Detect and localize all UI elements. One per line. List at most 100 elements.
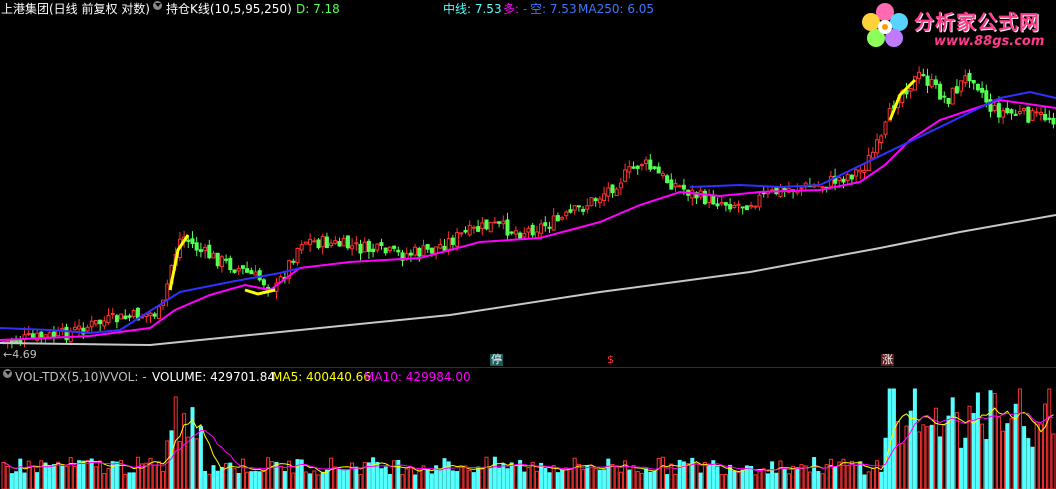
- volume-bar: [56, 461, 61, 489]
- candle-body: [883, 121, 888, 135]
- candle-body: [383, 247, 388, 254]
- ting-marker[interactable]: 停: [490, 354, 503, 366]
- candle-body: [597, 198, 602, 204]
- candle-body: [379, 242, 384, 246]
- s-marker[interactable]: $: [606, 354, 615, 366]
- volume-bar: [963, 437, 968, 489]
- d-value: D: 7.18: [296, 2, 340, 16]
- candle-body: [551, 215, 556, 231]
- candle-body: [476, 226, 481, 232]
- price-chart-header: 上港集团(日线 前复权 对数) 持仓K线(10,5,95,250) D: 7.1…: [0, 1, 860, 17]
- volume-bar: [505, 468, 510, 489]
- volume-bar: [492, 456, 497, 489]
- candle-body: [207, 244, 212, 259]
- volume-bar: [736, 471, 741, 489]
- candle-body: [345, 235, 350, 249]
- candle-body: [123, 315, 128, 320]
- candle-body: [194, 242, 199, 251]
- candle-body: [534, 231, 539, 239]
- candle-body: [18, 339, 23, 343]
- price-chart[interactable]: [0, 0, 1056, 368]
- candle-body: [576, 205, 581, 208]
- candle-body: [148, 312, 153, 317]
- volume-bar: [329, 457, 334, 489]
- volume-bar: [413, 474, 418, 489]
- candle-body: [984, 90, 989, 103]
- candle-body: [908, 88, 913, 92]
- volume-bar: [47, 465, 52, 489]
- volume-bar: [350, 462, 355, 489]
- candle-body: [719, 201, 724, 205]
- candle-body: [43, 334, 48, 338]
- candle-body: [992, 104, 997, 112]
- candle-body: [980, 87, 985, 93]
- site-logo[interactable]: 分析家公式网 www.88gs.com: [856, 0, 1056, 54]
- candle-body: [854, 169, 859, 177]
- volume-bar: [975, 392, 980, 489]
- candle-body: [110, 312, 115, 315]
- volume-chart[interactable]: [0, 368, 1056, 489]
- volume-bar: [64, 466, 69, 489]
- candle-body: [408, 252, 413, 256]
- candle-body: [623, 169, 628, 182]
- volume-bar: [450, 470, 455, 489]
- volume-indicator-name[interactable]: VOL-TDX(5,10): [15, 369, 103, 385]
- volume-bar: [576, 463, 581, 489]
- candle-body: [560, 217, 565, 220]
- candle-body: [635, 165, 640, 169]
- volume-bar: [585, 465, 590, 489]
- candle-body: [114, 315, 119, 323]
- candle-body: [484, 219, 489, 230]
- candle-body: [606, 187, 611, 197]
- candle-body: [467, 224, 472, 236]
- candle-body: [434, 246, 439, 254]
- volume-bar: [980, 423, 985, 489]
- volume-bar: [942, 424, 947, 489]
- candle-body: [219, 256, 224, 268]
- volume-bar: [833, 467, 838, 489]
- candle-body: [959, 80, 964, 92]
- volume-bar: [925, 426, 930, 489]
- volume-bar: [858, 461, 863, 489]
- indicator-menu-icon[interactable]: [153, 1, 162, 10]
- volume-bar: [417, 468, 422, 489]
- candle-body: [652, 166, 657, 169]
- candle-body: [215, 252, 220, 267]
- candle-body: [1022, 107, 1027, 112]
- candle-body: [555, 215, 560, 222]
- candle-body: [1038, 111, 1043, 116]
- volume-bar: [127, 472, 132, 489]
- volume-bar: [93, 466, 98, 489]
- volume-bar: [908, 410, 913, 489]
- volume-bar: [644, 468, 649, 489]
- volume-bar: [665, 474, 670, 489]
- volume-bar: [497, 467, 502, 489]
- candle-body: [522, 233, 527, 238]
- volume-bar: [639, 472, 644, 489]
- volume-bar: [652, 470, 657, 489]
- candle-body: [131, 310, 136, 317]
- stock-title: 上港集团(日线 前复权 对数): [1, 2, 150, 16]
- candle-body: [799, 187, 804, 190]
- candle-body: [324, 236, 329, 249]
- ma10-value: MA10: 429984.00: [364, 370, 471, 384]
- candle-body: [963, 75, 968, 84]
- indicator-name[interactable]: 持仓K线(10,5,95,250): [166, 1, 292, 17]
- candle-body: [921, 74, 926, 77]
- volume-bar: [807, 471, 812, 489]
- zhang-marker[interactable]: 涨: [881, 354, 894, 366]
- candle-body: [841, 178, 846, 183]
- volume-bar: [723, 473, 728, 489]
- candle-body: [677, 185, 682, 188]
- candle-body: [308, 238, 313, 246]
- volume-menu-icon[interactable]: [3, 369, 12, 378]
- candle-body: [917, 71, 922, 79]
- volume-bar: [14, 471, 19, 489]
- volume-bar: [131, 472, 136, 489]
- candle-body: [257, 270, 262, 281]
- candle-body: [51, 331, 56, 338]
- volume-bar: [30, 465, 35, 489]
- volume-bar: [589, 466, 594, 489]
- candle-body: [459, 232, 464, 235]
- candle-body: [996, 103, 1001, 118]
